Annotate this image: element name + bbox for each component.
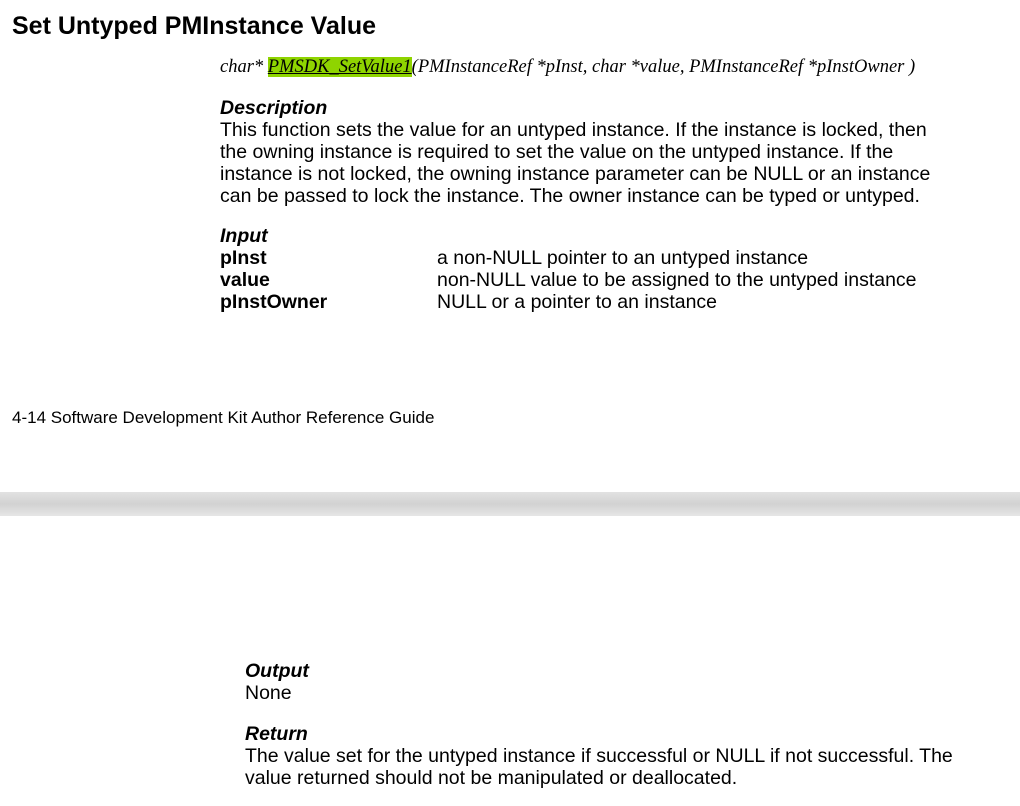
signature-prefix: char* [220, 57, 268, 77]
input-heading: Input [220, 225, 268, 247]
return-line: The value set for the untyped instance i… [245, 745, 953, 767]
page-footer: 4-14 Software Development Kit Author Ref… [12, 408, 435, 427]
return-text: The value set for the untyped instance i… [245, 745, 953, 789]
description-line: the owning instance is required to set t… [220, 141, 894, 163]
param-name-pinst: pInst [220, 247, 267, 269]
document-page-2: Output None Return The value set for the… [0, 516, 1020, 806]
output-text: None [245, 682, 292, 704]
return-line: value returned should not be manipulated… [245, 767, 738, 789]
param-desc-pinst: a non-NULL pointer to an untyped instanc… [437, 247, 809, 269]
output-heading: Output [245, 660, 309, 682]
function-signature: char* PMSDK_SetValue1(PMInstanceRef *pIn… [220, 57, 915, 78]
document-page-1: Set Untyped PMInstance Value char* PMSDK… [0, 0, 1020, 492]
return-heading: Return [245, 723, 308, 745]
signature-params: (PMInstanceRef *pInst, char *value, PMIn… [411, 57, 916, 77]
param-name-value: value [220, 269, 270, 291]
description-line: instance is not locked, the owning insta… [220, 163, 931, 185]
param-desc-pinstowner: NULL or a pointer to an instance [437, 291, 718, 313]
page-title: Set Untyped PMInstance Value [12, 12, 376, 40]
description-text: This function sets the value for an unty… [220, 119, 930, 207]
function-name-highlighted[interactable]: PMSDK_SetValue1 [267, 57, 412, 77]
description-heading: Description [220, 97, 328, 119]
param-name-pinstowner: pInstOwner [220, 291, 328, 313]
description-line: can be passed to lock the instance. The … [220, 185, 920, 207]
param-desc-value: non-NULL value to be assigned to the unt… [437, 269, 917, 291]
page-separator [0, 492, 1020, 516]
description-line: This function sets the value for an unty… [220, 119, 927, 141]
